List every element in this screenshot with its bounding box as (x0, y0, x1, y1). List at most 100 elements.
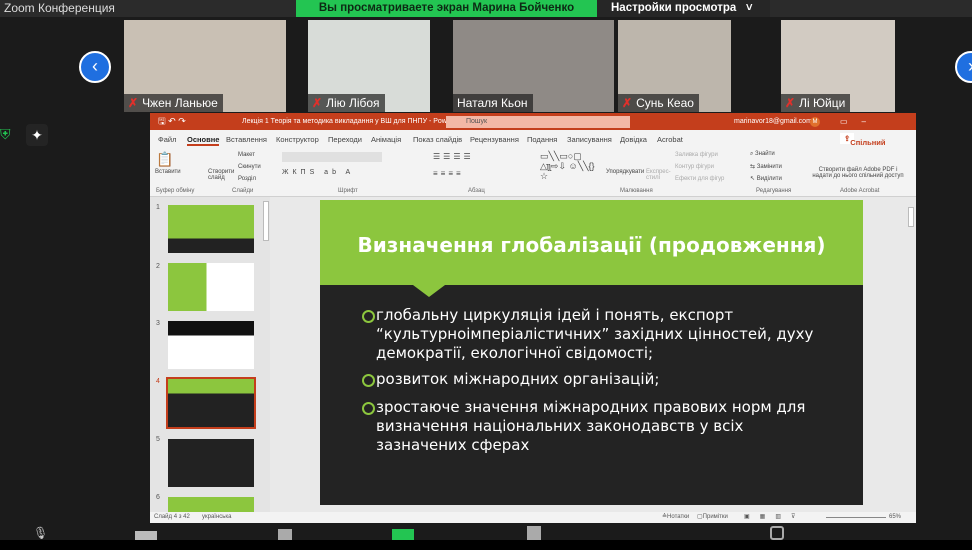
slide-bullet: розвиток міжнародних організацій; (362, 370, 832, 389)
canvas-scrollbar[interactable] (908, 207, 914, 227)
tab-record[interactable]: Записування (567, 135, 612, 144)
document-title: Лекція 1 Теорія та методика викладання у… (242, 118, 470, 125)
video-icon[interactable] (135, 531, 157, 540)
avatar[interactable]: M (810, 117, 820, 127)
layout-button[interactable]: Макет (238, 152, 255, 158)
chevron-left-icon: ‹ (92, 56, 98, 76)
select-label: Виділити (756, 176, 782, 182)
tab-home[interactable]: Основне (187, 135, 220, 146)
share-screen-icon[interactable] (392, 529, 414, 540)
tab-file[interactable]: Файл (158, 135, 176, 144)
status-bar: Слайд 4 з 42 українська ≙Нотатки ▢Приміт… (150, 512, 916, 523)
save-icon[interactable]: 🖫 ↶ ↷ (158, 113, 186, 130)
thumbnails-scrollbar[interactable] (263, 201, 269, 241)
notes-button[interactable]: ≙Нотатки (662, 512, 689, 523)
slide-thumbnails-panel[interactable]: 1 2 3 4 5 6 (150, 197, 270, 512)
tab-acrobat[interactable]: Acrobat (657, 135, 683, 144)
section-button[interactable]: Розділ (238, 176, 256, 182)
ppt-title-bar: 🖫 ↶ ↷ Лекція 1 Теорія та методика виклад… (150, 113, 916, 143)
video-tile[interactable]: Наталя Кьон (453, 20, 614, 112)
zoom-slider[interactable] (826, 517, 886, 518)
apps-icon[interactable] (770, 526, 784, 540)
thumb-number: 6 (156, 494, 160, 501)
slide-thumbnail[interactable] (168, 439, 254, 487)
slide-thumbnail[interactable] (168, 263, 254, 311)
slide-thumbnail-selected[interactable] (166, 377, 256, 429)
shape-outline-button[interactable]: Контур фігури (675, 164, 714, 170)
video-tile[interactable]: ✗ Лі Юйци (781, 20, 895, 112)
slide-thumbnail[interactable] (168, 497, 254, 512)
video-tile[interactable]: ✗ Чжен Ланьюе (124, 20, 286, 112)
list-buttons[interactable]: ☰☰☰☰ (433, 152, 474, 161)
create-pdf-button[interactable]: Створити файл Adobe PDF і надати до ньог… (810, 167, 906, 179)
video-tile[interactable]: ✗ Лію Лібоя (308, 20, 430, 112)
paste-button[interactable]: Вставити (155, 169, 181, 175)
ai-sparkle-icon[interactable]: ✦ (26, 124, 48, 146)
tab-help[interactable]: Довідка (620, 135, 647, 144)
notes-label: Нотатки (667, 514, 690, 520)
participant-name: Сунь Кеао (636, 96, 694, 110)
tab-design[interactable]: Конструктор (276, 135, 319, 144)
group-editing: Редагування (756, 188, 792, 194)
thumb-number: 3 (156, 320, 160, 327)
mic-muted-icon: ✗ (312, 96, 323, 110)
quick-styles-button[interactable]: Експрес-стилі (646, 169, 671, 181)
arrange-button[interactable]: Упорядкувати (606, 169, 644, 175)
mic-icon[interactable]: 🎙 (33, 526, 48, 540)
chevron-down-icon: ˅ (739, 2, 753, 14)
account-email: marinavor18@gmail.com (734, 118, 812, 125)
file-icon[interactable] (527, 526, 541, 540)
slide-thumbnail[interactable] (168, 321, 254, 369)
security-icon[interactable] (278, 529, 292, 540)
title-notch (413, 285, 445, 297)
view-buttons[interactable]: ▣▦▥⊽ (744, 512, 805, 523)
font-format-buttons[interactable]: ЖКПS ab A (282, 169, 354, 176)
tab-animations[interactable]: Анімація (371, 135, 401, 144)
replace-button[interactable]: ⇆ Замінити (750, 163, 782, 170)
find-label: Знайти (755, 151, 775, 157)
new-slide-button[interactable]: Створити слайд (208, 169, 238, 181)
find-button[interactable]: ⌕ Знайти (750, 151, 775, 158)
select-button[interactable]: ↖ Виділити (750, 175, 782, 182)
participant-name: Лію Лібоя (326, 96, 380, 110)
thumb-number: 5 (156, 436, 160, 443)
search-input[interactable]: Пошук (446, 116, 630, 128)
slide-thumbnail[interactable] (168, 205, 254, 253)
comments-label: Примітки (702, 514, 728, 520)
meeting-toolbar: 🎙 (0, 523, 972, 540)
shape-fill-button[interactable]: Заливка фігури (675, 152, 718, 158)
font-name-select[interactable] (282, 152, 382, 162)
reset-button[interactable]: Скинути (238, 164, 261, 170)
slide[interactable]: Визначення глобалізації (продовження) гл… (320, 200, 863, 505)
slide-counter: Слайд 4 з 42 (154, 514, 190, 520)
group-clipboard: Буфер обміну (156, 188, 195, 194)
paste-icon[interactable]: 📋 (156, 151, 173, 168)
chevron-right-icon: › (968, 56, 972, 76)
view-options-label: Настройки просмотра (611, 2, 737, 14)
tab-slideshow[interactable]: Показ слайдів (413, 135, 462, 144)
tab-view[interactable]: Подання (527, 135, 557, 144)
ribbon: 📋 Вставити Буфер обміну Створити слайд М… (150, 147, 916, 197)
shapes-gallery[interactable]: ▭╲╲▭○▢ △ʅʅ⇨⇩ ☺╲╲{}☆ (540, 151, 600, 181)
participant-name: Чжен Ланьюе (142, 96, 218, 110)
next-page-button[interactable]: › (955, 51, 972, 83)
shape-effects-button[interactable]: Ефекти для фігур (675, 176, 724, 182)
view-options-button[interactable]: Настройки просмотра ˅ (597, 0, 770, 17)
mic-muted-icon: ✗ (128, 96, 139, 110)
slide-bullet: зростаюче значення міжнародних правових … (362, 398, 832, 455)
group-acrobat: Adobe Acrobat (840, 188, 880, 194)
thumb-number: 2 (156, 263, 160, 270)
align-buttons[interactable]: ≡≡≡≡ (433, 169, 464, 178)
app-title: Zoom Конференция (4, 1, 115, 15)
tab-transitions[interactable]: Переходи (328, 135, 362, 144)
language[interactable]: українська (202, 512, 232, 523)
mic-muted-icon: ✗ (622, 96, 633, 110)
tab-review[interactable]: Рецензування (470, 135, 519, 144)
security-shield-icon[interactable]: ⛨ (0, 126, 16, 144)
video-tile[interactable]: ✗ Сунь Кеао (618, 20, 731, 112)
comments-button[interactable]: ▢Примітки (697, 512, 728, 523)
mic-muted-icon: ✗ (785, 96, 796, 110)
share-button[interactable]: ⇪ Спільний доступ (840, 133, 885, 156)
tab-insert[interactable]: Вставлення (226, 135, 267, 144)
prev-page-button[interactable]: ‹ (79, 51, 111, 83)
